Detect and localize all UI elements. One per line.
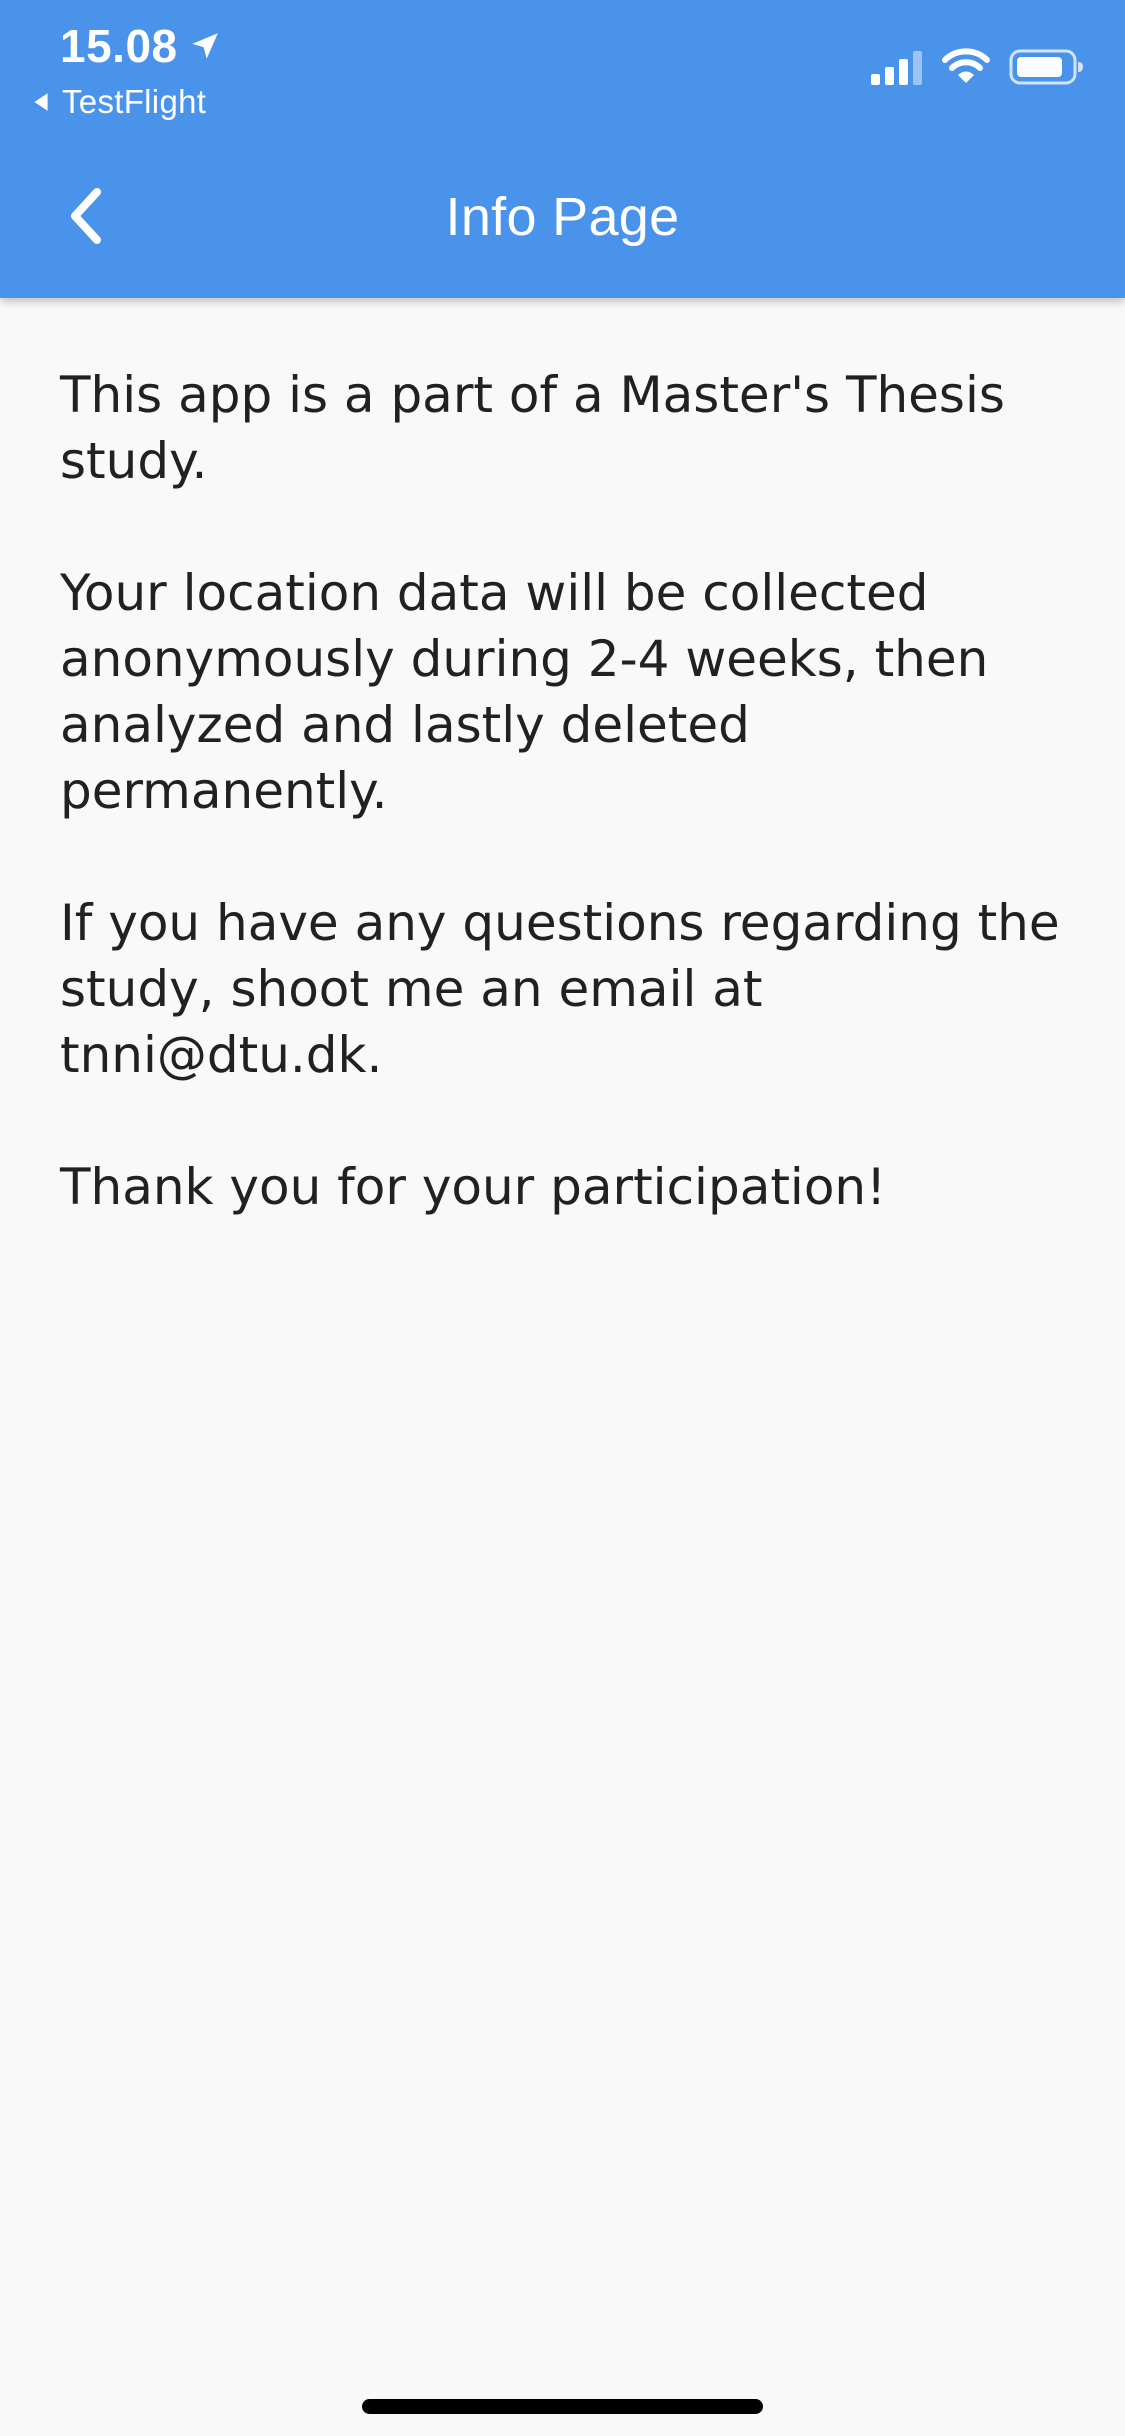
location-arrow-icon <box>191 33 218 59</box>
status-icons <box>871 48 1085 86</box>
back-to-testflight-label: TestFlight <box>62 83 207 120</box>
wifi-icon <box>942 48 990 83</box>
battery-icon <box>1009 49 1083 85</box>
status-time-group: 15.08 <box>60 18 222 74</box>
study-intro-paragraph: This app is a part of a Master's Thesis … <box>60 366 1005 490</box>
home-indicator[interactable] <box>362 2399 763 2414</box>
screen: 15.08 TestFlight Info Page This app is a… <box>0 0 1125 2436</box>
back-triangle-icon <box>34 93 48 111</box>
thank-you-paragraph: Thank you for your participation! <box>60 1158 887 1216</box>
app-bar: 15.08 TestFlight Info Page <box>0 0 1125 298</box>
signal-icon <box>871 51 922 85</box>
back-to-testflight-link[interactable]: TestFlight <box>30 80 206 124</box>
status-time: 15.08 <box>60 20 178 72</box>
page-title: Info Page <box>445 187 680 247</box>
data-collection-paragraph: Your location data will be collected ano… <box>60 564 989 820</box>
info-content: This app is a part of a Master's Thesis … <box>60 362 1075 1286</box>
contact-paragraph: If you have any questions regarding the … <box>60 894 1060 1084</box>
